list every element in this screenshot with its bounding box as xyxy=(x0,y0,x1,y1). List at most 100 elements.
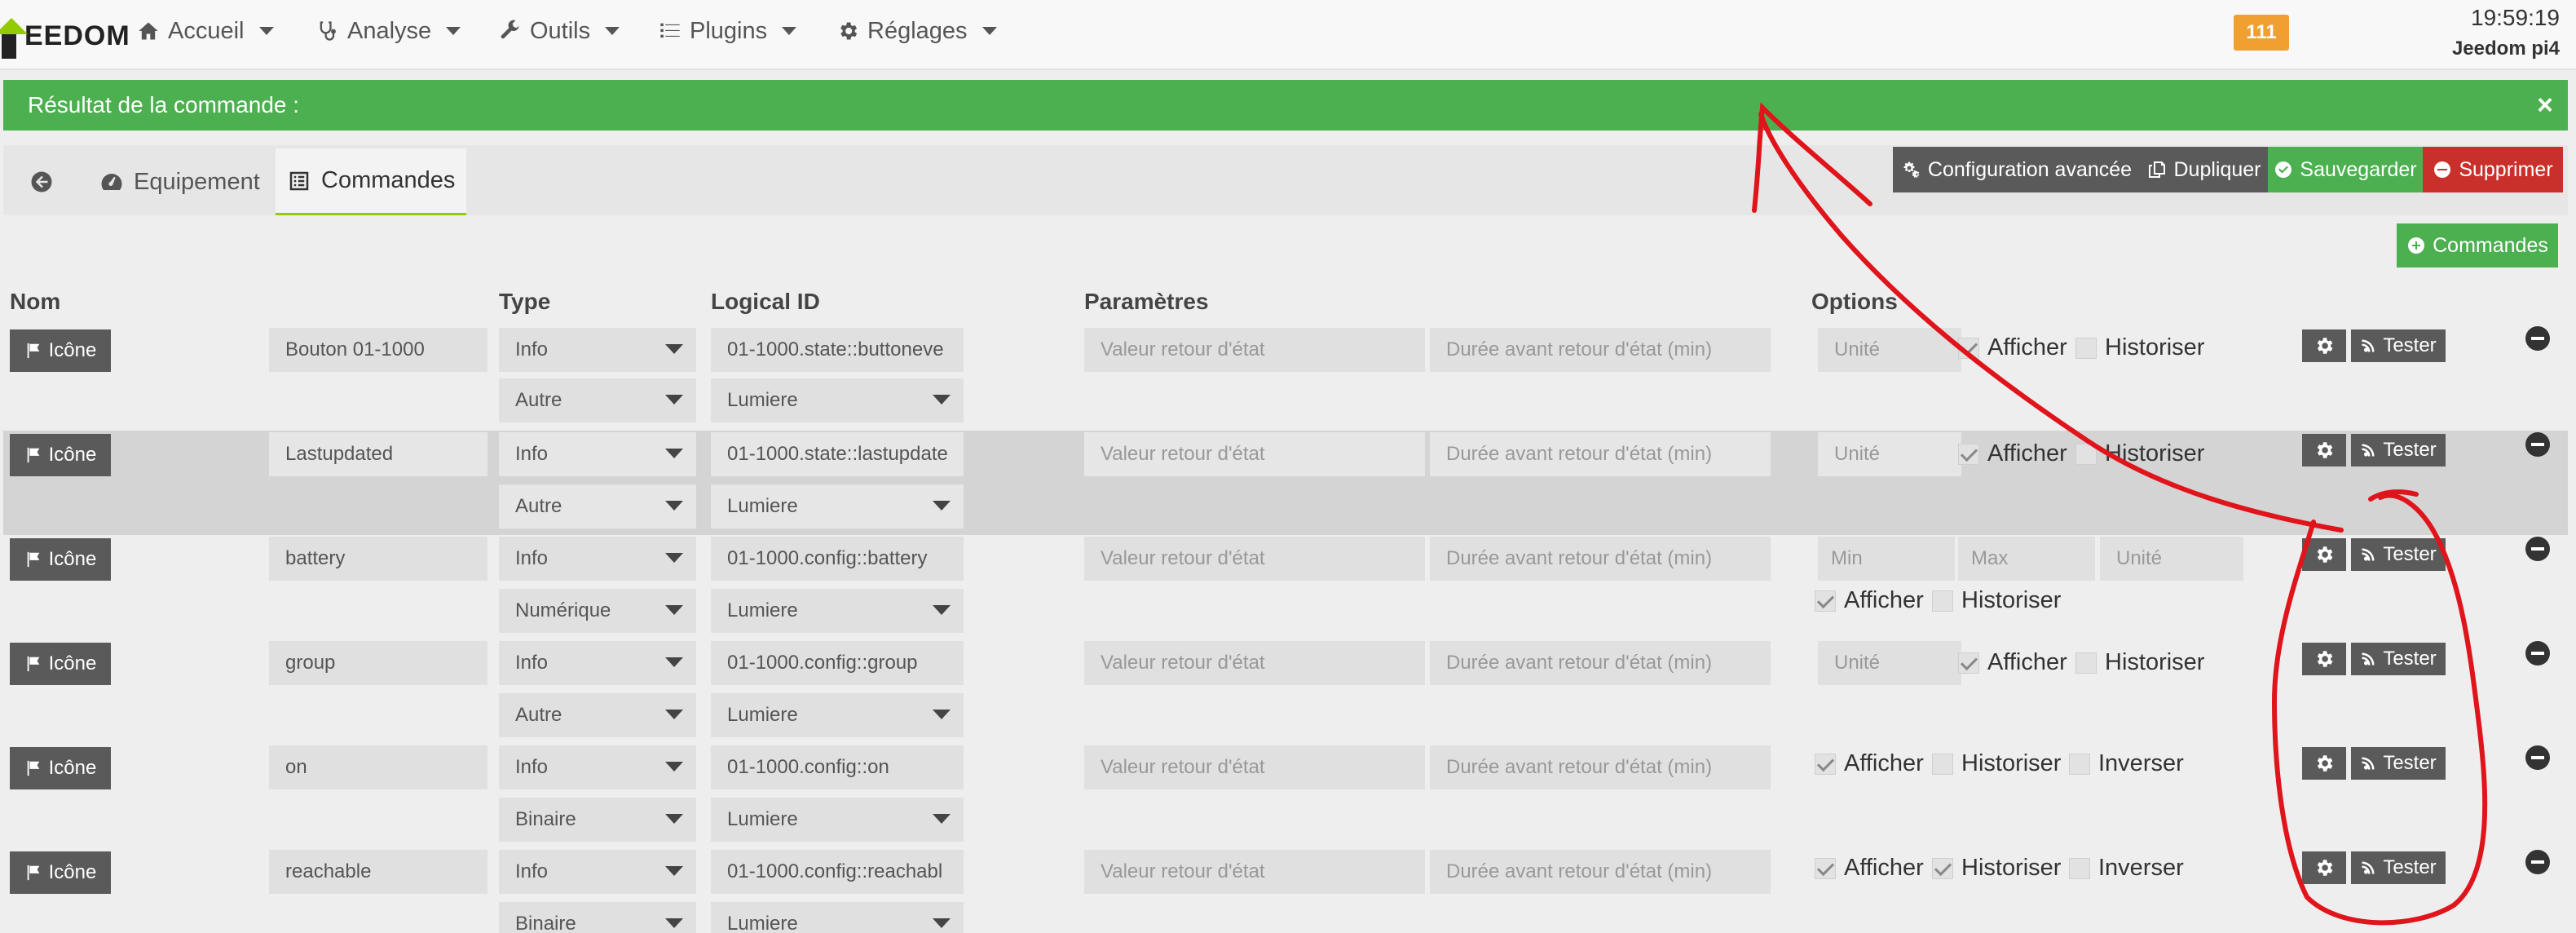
jeedom-logo[interactable]: EEDOM xyxy=(0,3,130,69)
historiser-checkbox[interactable]: Historiser xyxy=(1932,587,2061,614)
generic-type-select[interactable]: Lumiere xyxy=(711,902,964,933)
tab-equipement[interactable]: Equipement xyxy=(88,148,271,215)
return-value-input[interactable]: Valeur retour d'état xyxy=(1084,850,1425,894)
remove-command-icon[interactable] xyxy=(2525,432,2550,457)
icon-chooser-button[interactable]: Icône xyxy=(10,434,111,476)
command-name-input[interactable]: on xyxy=(269,745,487,789)
return-value-input[interactable]: Valeur retour d'état xyxy=(1084,641,1425,685)
historiser-checkbox[interactable]: Historiser xyxy=(1932,855,2061,882)
menu-accueil[interactable]: Accueil xyxy=(137,15,274,47)
add-commands-button[interactable]: Commandes xyxy=(2397,223,2558,268)
remove-command-icon[interactable] xyxy=(2525,326,2550,351)
unit-input[interactable]: Unité xyxy=(1818,328,1961,372)
afficher-checkbox[interactable]: Afficher xyxy=(1958,440,2067,467)
unit-input[interactable]: Unité xyxy=(1818,432,1961,476)
logical-id-input[interactable]: 01-1000.state::lastupdate xyxy=(711,432,964,476)
generic-type-select[interactable]: Lumiere xyxy=(711,484,964,528)
return-value-input[interactable]: Valeur retour d'état xyxy=(1084,432,1425,476)
generic-type-select[interactable]: Lumiere xyxy=(711,693,964,737)
test-button[interactable]: Tester xyxy=(2351,747,2446,780)
subtype-select[interactable]: Numérique xyxy=(499,589,696,633)
menu-analyse[interactable]: Analyse xyxy=(316,15,461,47)
advanced-config-button[interactable]: Configuration avancée xyxy=(1893,147,2141,192)
afficher-checkbox[interactable]: Afficher xyxy=(1815,855,1924,882)
afficher-checkbox[interactable]: Afficher xyxy=(1958,334,2067,361)
unit-input[interactable]: Unité xyxy=(1818,641,1961,685)
return-value-input[interactable]: Valeur retour d'état xyxy=(1084,537,1425,581)
test-button[interactable]: Tester xyxy=(2351,434,2446,466)
return-delay-input[interactable]: Durée avant retour d'état (min) xyxy=(1430,537,1771,581)
max-input[interactable]: Max xyxy=(1958,537,2095,581)
generic-type-select[interactable]: Lumiere xyxy=(711,589,964,633)
icon-chooser-button[interactable]: Icône xyxy=(10,329,111,372)
command-config-button[interactable] xyxy=(2302,538,2346,571)
logical-id-input[interactable]: 01-1000.config::group xyxy=(711,641,964,685)
remove-command-icon[interactable] xyxy=(2525,537,2550,561)
logical-id-input[interactable]: 01-1000.config::on xyxy=(711,745,964,789)
icon-chooser-button[interactable]: Icône xyxy=(10,538,111,581)
min-input[interactable]: Min xyxy=(1818,537,1955,581)
subtype-select[interactable]: Binaire xyxy=(499,902,696,933)
logical-id-input[interactable]: 01-1000.config::battery xyxy=(711,537,964,581)
afficher-checkbox[interactable]: Afficher xyxy=(1815,587,1924,614)
afficher-checkbox[interactable]: Afficher xyxy=(1958,649,2067,676)
return-value-input[interactable]: Valeur retour d'état xyxy=(1084,745,1425,789)
command-config-button[interactable] xyxy=(2302,329,2346,362)
menu-outils[interactable]: Outils xyxy=(499,15,620,47)
subtype-select[interactable]: Binaire xyxy=(499,798,696,842)
return-delay-input[interactable]: Durée avant retour d'état (min) xyxy=(1430,641,1771,685)
generic-type-select[interactable]: Lumiere xyxy=(711,798,964,842)
command-config-button[interactable] xyxy=(2302,434,2346,466)
test-button[interactable]: Tester xyxy=(2351,851,2446,884)
tab-commandes[interactable]: Commandes xyxy=(276,148,467,215)
inverser-checkbox[interactable]: Inverser xyxy=(2069,750,2184,777)
remove-command-icon[interactable] xyxy=(2525,745,2550,770)
remove-command-icon[interactable] xyxy=(2525,850,2550,874)
remove-command-icon[interactable] xyxy=(2525,641,2550,665)
return-value-input[interactable]: Valeur retour d'état xyxy=(1084,328,1425,372)
command-name-input[interactable]: group xyxy=(269,641,487,685)
delete-button[interactable]: Supprimer xyxy=(2423,147,2563,192)
type-select[interactable]: Info xyxy=(499,537,696,581)
type-select[interactable]: Info xyxy=(499,641,696,685)
generic-type-select[interactable]: Lumiere xyxy=(711,378,964,422)
afficher-checkbox[interactable]: Afficher xyxy=(1815,750,1924,777)
command-name-input[interactable]: Bouton 01-1000 xyxy=(269,328,487,372)
type-select[interactable]: Info xyxy=(499,850,696,894)
historiser-checkbox[interactable]: Historiser xyxy=(1932,750,2061,777)
unit-input[interactable]: Unité xyxy=(2100,537,2243,581)
historiser-checkbox[interactable]: Historiser xyxy=(2075,334,2204,361)
icon-chooser-button[interactable]: Icône xyxy=(10,747,111,789)
logical-id-input[interactable]: 01-1000.config::reachabl xyxy=(711,850,964,894)
command-name-input[interactable]: reachable xyxy=(269,850,487,894)
save-button[interactable]: Sauvegarder xyxy=(2268,147,2423,192)
type-select[interactable]: Info xyxy=(499,745,696,789)
subtype-select[interactable]: Autre xyxy=(499,378,696,422)
tab-back[interactable] xyxy=(15,148,68,215)
command-config-button[interactable] xyxy=(2302,643,2346,675)
test-button[interactable]: Tester xyxy=(2351,643,2446,675)
return-delay-input[interactable]: Durée avant retour d'état (min) xyxy=(1430,745,1771,789)
icon-chooser-button[interactable]: Icône xyxy=(10,851,111,894)
icon-chooser-button[interactable]: Icône xyxy=(10,643,111,685)
subtype-select[interactable]: Autre xyxy=(499,484,696,528)
command-config-button[interactable] xyxy=(2302,747,2346,780)
menu-plugins[interactable]: Plugins xyxy=(659,15,797,47)
historiser-checkbox[interactable]: Historiser xyxy=(2075,440,2204,467)
command-name-input[interactable]: Lastupdated xyxy=(269,432,487,476)
command-config-button[interactable] xyxy=(2302,851,2346,884)
notification-badge[interactable]: 111 xyxy=(2234,15,2289,51)
type-select[interactable]: Info xyxy=(499,432,696,476)
menu-reglages[interactable]: Réglages xyxy=(836,15,997,47)
subtype-select[interactable]: Autre xyxy=(499,693,696,737)
inverser-checkbox[interactable]: Inverser xyxy=(2069,855,2184,882)
type-select[interactable]: Info xyxy=(499,328,696,372)
return-delay-input[interactable]: Durée avant retour d'état (min) xyxy=(1430,432,1771,476)
close-icon[interactable]: × xyxy=(2537,90,2553,122)
test-button[interactable]: Tester xyxy=(2351,329,2446,362)
logical-id-input[interactable]: 01-1000.state::buttoneve xyxy=(711,328,964,372)
command-name-input[interactable]: battery xyxy=(269,537,487,581)
test-button[interactable]: Tester xyxy=(2351,538,2446,571)
return-delay-input[interactable]: Durée avant retour d'état (min) xyxy=(1430,850,1771,894)
duplicate-button[interactable]: Dupliquer xyxy=(2141,147,2268,192)
